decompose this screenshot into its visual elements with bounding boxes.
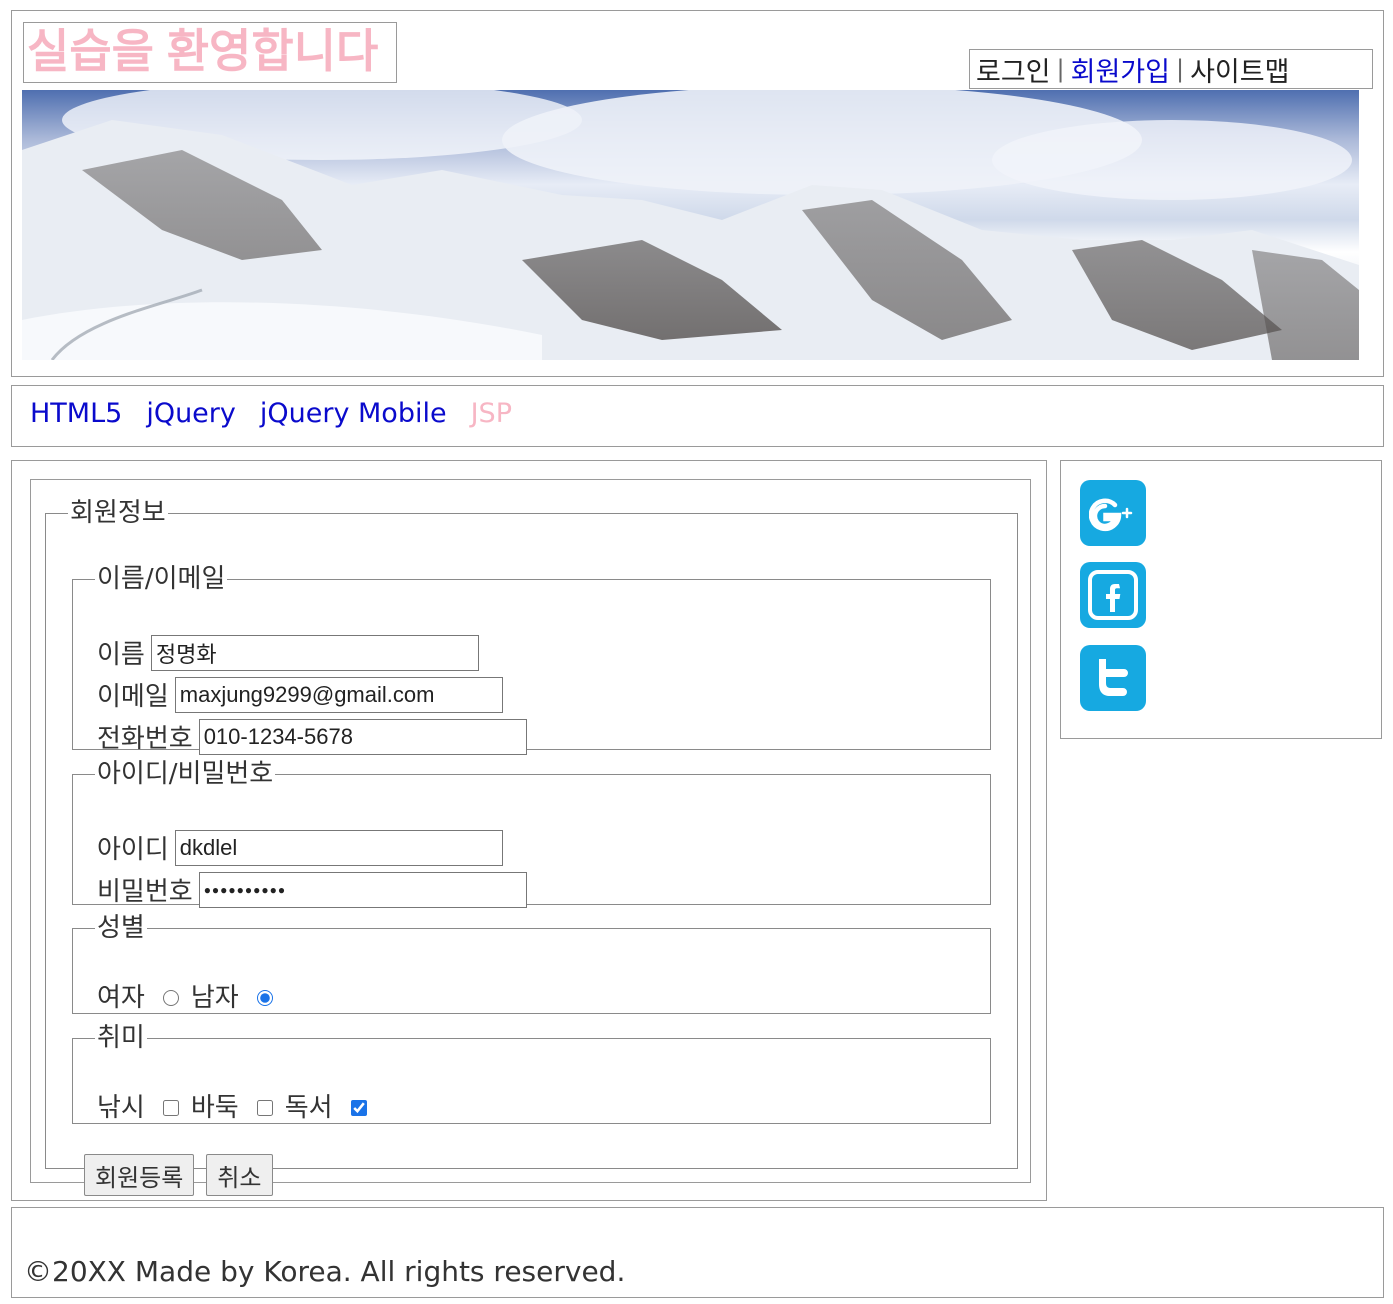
male-radio[interactable]	[256, 989, 273, 1006]
main-nav: HTML5 jQuery jQuery Mobile JSP	[11, 385, 1384, 447]
password-row: 비밀번호	[97, 871, 527, 908]
password-label: 비밀번호	[97, 877, 193, 907]
member-info-fieldset: 회원정보 이름/이메일 이름 이메일 전화번호 아이디/비밀번호	[45, 498, 1018, 1196]
email-input[interactable]	[174, 676, 503, 713]
reading-checkbox[interactable]	[350, 1099, 367, 1116]
nav-item-jsp[interactable]: JSP	[471, 398, 512, 429]
reading-label: 독서	[284, 1093, 333, 1123]
nav-item-jquery-mobile[interactable]: jQuery Mobile	[260, 398, 447, 429]
facebook-icon[interactable]	[1080, 562, 1146, 628]
fishing-checkbox[interactable]	[162, 1099, 179, 1116]
site-footer: ©20XX Made by Korea. All rights reserved…	[11, 1207, 1384, 1298]
name-label: 이름	[97, 640, 145, 670]
article: 회원정보 이름/이메일 이름 이메일 전화번호 아이디/비밀번호	[30, 479, 1031, 1196]
google-plus-icon[interactable]	[1080, 480, 1146, 546]
nav-list: HTML5 jQuery jQuery Mobile JSP	[30, 398, 512, 429]
signup-link[interactable]: 회원가입	[1071, 50, 1170, 89]
hobby-fieldset: 취미 낚시 바둑 독서	[72, 1025, 991, 1124]
nav-item-html5[interactable]: HTML5	[30, 398, 122, 429]
site-title: 실습을 환영합니다	[23, 22, 397, 83]
mountain-banner-image	[22, 90, 1359, 360]
password-input[interactable]	[198, 871, 527, 908]
phone-input[interactable]	[198, 718, 527, 755]
id-password-fieldset: 아이디/비밀번호 아이디 비밀번호	[72, 759, 991, 908]
nav-separator: |	[1056, 55, 1065, 83]
login-link[interactable]: 로그인	[976, 50, 1051, 89]
site-header: 실습을 환영합니다 로그인 | 회원가입 | 사이트맵	[11, 10, 1384, 377]
name-email-fieldset: 이름/이메일 이름 이메일 전화번호	[72, 564, 991, 755]
hobby-row: 낚시 바둑 독서	[97, 1087, 379, 1124]
email-label: 이메일	[97, 682, 169, 712]
hobby-legend: 취미	[97, 1023, 145, 1053]
name-email-legend: 이름/이메일	[97, 564, 226, 594]
id-label: 아이디	[97, 835, 169, 865]
form-buttons: 회원등록 취소	[84, 1154, 273, 1196]
gender-row: 여자 남자	[97, 977, 285, 1014]
sitemap-link[interactable]: 사이트맵	[1190, 50, 1289, 89]
phone-row: 전화번호	[97, 718, 527, 755]
fishing-label: 낚시	[97, 1093, 145, 1123]
cancel-button[interactable]: 취소	[206, 1154, 273, 1196]
mountain-illustration	[22, 90, 1359, 360]
phone-label: 전화번호	[97, 724, 193, 754]
submit-button[interactable]: 회원등록	[84, 1154, 195, 1196]
utility-nav: 로그인 | 회원가입 | 사이트맵	[969, 49, 1373, 89]
nav-separator: |	[1176, 55, 1185, 83]
id-password-legend: 아이디/비밀번호	[97, 759, 274, 789]
male-label: 남자	[190, 983, 239, 1013]
gender-legend: 성별	[97, 913, 145, 943]
name-row: 이름	[97, 634, 479, 671]
name-input[interactable]	[150, 634, 479, 671]
social-aside	[1060, 460, 1382, 739]
twitter-icon[interactable]	[1080, 645, 1146, 711]
baduk-checkbox[interactable]	[256, 1099, 273, 1116]
female-radio[interactable]	[162, 989, 179, 1006]
main-section: 회원정보 이름/이메일 이름 이메일 전화번호 아이디/비밀번호	[11, 460, 1047, 1201]
member-info-legend: 회원정보	[70, 498, 166, 528]
email-row: 이메일	[97, 676, 503, 713]
id-input[interactable]	[174, 829, 503, 866]
nav-item-jquery[interactable]: jQuery	[146, 398, 236, 429]
copyright-text: ©20XX Made by Korea. All rights reserved…	[24, 1255, 626, 1288]
female-label: 여자	[97, 983, 145, 1013]
baduk-label: 바둑	[190, 1093, 239, 1123]
id-row: 아이디	[97, 829, 503, 866]
gender-fieldset: 성별 여자 남자	[72, 915, 991, 1014]
